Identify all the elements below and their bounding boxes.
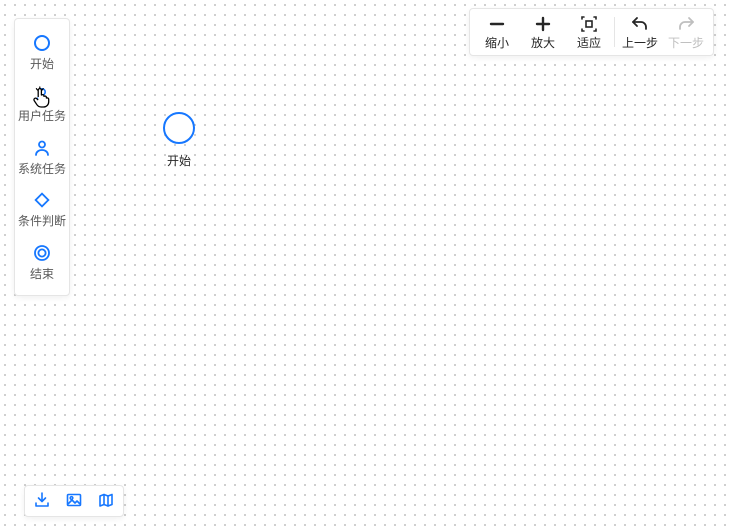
palette-item-start[interactable]: 开始: [15, 25, 69, 77]
undo-icon: [631, 14, 649, 34]
toolbar-label: 缩小: [485, 36, 509, 50]
palette-item-user-task[interactable]: 用户任务: [15, 77, 69, 129]
palette-item-gateway[interactable]: 条件判断: [15, 182, 69, 234]
user-icon: [32, 85, 52, 105]
toolbar-label: 下一步: [668, 36, 704, 50]
plus-icon: [534, 14, 552, 34]
node-palette: 开始 用户任务 系统任务 条件判断 结束: [14, 18, 70, 296]
map-icon: [97, 491, 115, 512]
image-button[interactable]: [63, 490, 85, 512]
palette-label: 结束: [30, 267, 54, 281]
minus-icon: [488, 14, 506, 34]
node-label: 开始: [167, 152, 191, 169]
person-icon: [32, 138, 52, 158]
palette-label: 用户任务: [18, 109, 66, 123]
node-start[interactable]: 开始: [163, 112, 195, 169]
palette-item-end[interactable]: 结束: [15, 235, 69, 287]
fit-view-button[interactable]: 适应: [566, 11, 612, 53]
undo-button[interactable]: 上一步: [617, 11, 663, 53]
zoom-out-button[interactable]: 缩小: [474, 11, 520, 53]
toolbar-label: 上一步: [622, 36, 658, 50]
canvas-toolbar: 缩小 放大 适应 上一步 下: [469, 8, 714, 56]
canvas[interactable]: 开始: [0, 0, 730, 527]
bottom-toolbar: [24, 485, 124, 517]
download-icon: [33, 491, 51, 512]
palette-label: 开始: [30, 57, 54, 71]
double-circle-icon: [32, 243, 52, 263]
circle-icon: [32, 33, 52, 53]
image-icon: [65, 491, 83, 512]
palette-label: 系统任务: [18, 162, 66, 176]
toolbar-separator: [614, 17, 615, 47]
start-node-circle: [163, 112, 195, 144]
download-button[interactable]: [31, 490, 53, 512]
toolbar-label: 适应: [577, 36, 601, 50]
redo-button: 下一步: [663, 11, 709, 53]
minimap-button[interactable]: [95, 490, 117, 512]
palette-item-system-task[interactable]: 系统任务: [15, 130, 69, 182]
redo-icon: [677, 14, 695, 34]
zoom-in-button[interactable]: 放大: [520, 11, 566, 53]
toolbar-label: 放大: [531, 36, 555, 50]
fit-icon: [580, 14, 598, 34]
palette-label: 条件判断: [18, 214, 66, 228]
diamond-icon: [32, 190, 52, 210]
